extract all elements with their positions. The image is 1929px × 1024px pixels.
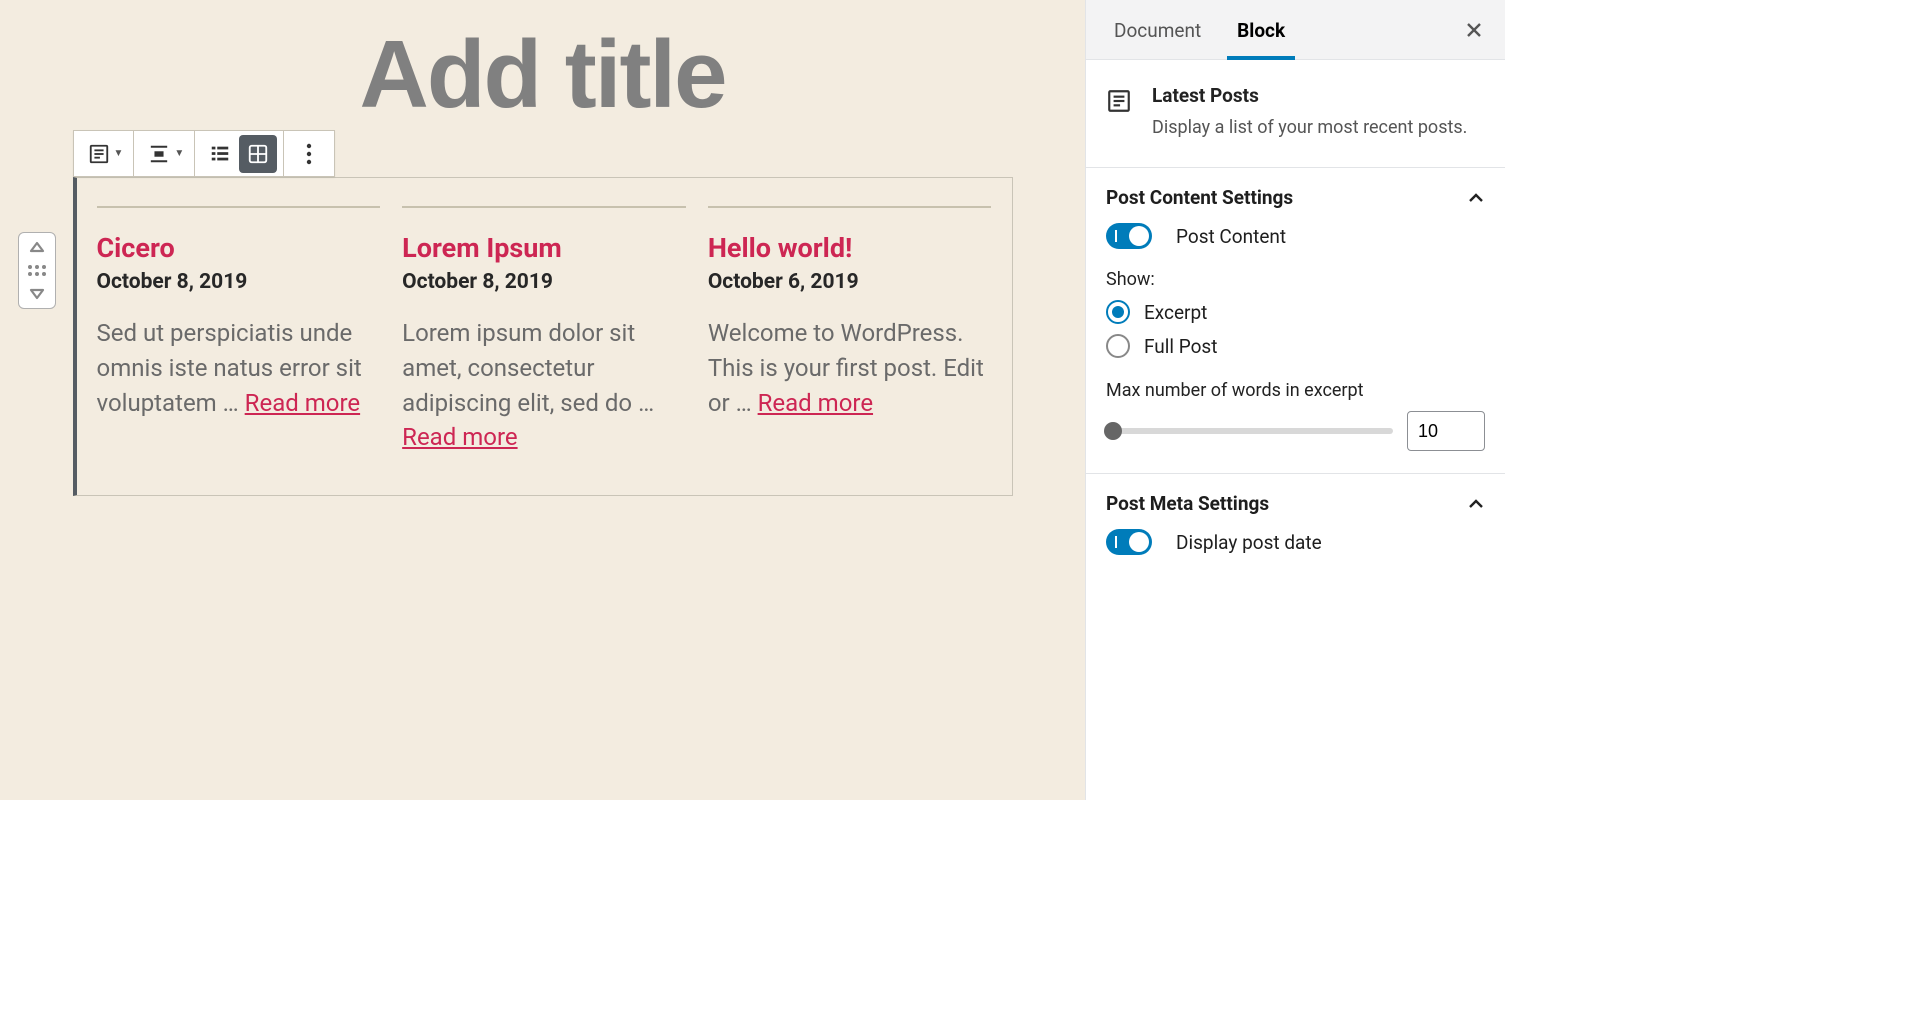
more-options-button[interactable]	[290, 135, 328, 173]
post-item: Lorem Ipsum October 8, 2019 Lorem ipsum …	[402, 206, 686, 455]
radio-icon	[1106, 300, 1130, 324]
latest-posts-block[interactable]: Cicero October 8, 2019 Sed ut perspiciat…	[73, 177, 1013, 496]
post-excerpt: Welcome to WordPress. This is your first…	[708, 316, 992, 420]
post-excerpt: Lorem ipsum dolor sit amet, consectetur …	[402, 316, 686, 455]
sidebar-tabs: Document Block	[1086, 0, 1505, 60]
show-label: Show:	[1106, 269, 1485, 290]
radio-excerpt[interactable]: Excerpt	[1106, 300, 1485, 324]
latest-posts-icon	[1104, 86, 1134, 116]
close-sidebar-button[interactable]	[1457, 13, 1491, 47]
read-more-link[interactable]: Read more	[758, 389, 873, 417]
tab-block[interactable]: Block	[1219, 1, 1303, 59]
list-view-button[interactable]	[201, 135, 239, 173]
tab-document[interactable]: Document	[1096, 1, 1219, 59]
post-date: October 8, 2019	[402, 270, 686, 294]
chevron-up-icon	[1467, 189, 1485, 207]
panel-post-meta-settings: Post Meta Settings Display post date	[1086, 474, 1505, 577]
post-content-toggle[interactable]	[1106, 223, 1152, 249]
post-date: October 6, 2019	[708, 270, 992, 294]
slider-thumb[interactable]	[1104, 422, 1122, 440]
display-post-date-toggle[interactable]	[1106, 529, 1152, 555]
block-type-button[interactable]	[80, 135, 118, 173]
block-toolbar: ▼ ▼	[73, 130, 336, 177]
radio-label: Full Post	[1144, 335, 1217, 358]
editor-canvas: Add title	[0, 0, 1085, 800]
caret-down-icon: ▼	[174, 148, 184, 159]
panel-title: Post Meta Settings	[1106, 492, 1269, 515]
post-title-link[interactable]: Cicero	[97, 232, 381, 264]
block-card-description: Display a list of your most recent posts…	[1152, 115, 1467, 141]
panel-title: Post Content Settings	[1106, 186, 1293, 209]
post-item: Cicero October 8, 2019 Sed ut perspiciat…	[97, 206, 381, 455]
panel-toggle-post-content[interactable]: Post Content Settings	[1106, 186, 1485, 209]
align-button[interactable]	[140, 135, 178, 173]
post-title-link[interactable]: Hello world!	[708, 232, 992, 264]
post-excerpt: Sed ut perspiciatis unde omnis iste natu…	[97, 316, 381, 420]
toggle-label: Display post date	[1176, 531, 1322, 554]
block-mover	[18, 232, 56, 309]
max-words-label: Max number of words in excerpt	[1106, 380, 1485, 401]
post-date: October 8, 2019	[97, 270, 381, 294]
move-down-button[interactable]	[23, 284, 51, 304]
caret-down-icon: ▼	[114, 148, 124, 159]
max-words-slider[interactable]	[1106, 428, 1393, 434]
grid-view-button[interactable]	[239, 135, 277, 173]
radio-icon	[1106, 334, 1130, 358]
block-card: Latest Posts Display a list of your most…	[1086, 60, 1505, 168]
chevron-up-icon	[1467, 495, 1485, 513]
post-item: Hello world! October 6, 2019 Welcome to …	[708, 206, 992, 455]
panel-post-content-settings: Post Content Settings Post Content Show:…	[1086, 168, 1505, 474]
post-title-input[interactable]: Add title	[0, 20, 1085, 130]
toggle-label: Post Content	[1176, 225, 1286, 248]
panel-toggle-post-meta[interactable]: Post Meta Settings	[1106, 492, 1485, 515]
max-words-input[interactable]	[1407, 411, 1485, 451]
read-more-link[interactable]: Read more	[402, 423, 517, 451]
radio-label: Excerpt	[1144, 301, 1207, 324]
block-card-title: Latest Posts	[1152, 84, 1467, 107]
move-up-button[interactable]	[23, 237, 51, 257]
settings-sidebar: Document Block Latest Posts Display a li…	[1085, 0, 1505, 800]
post-title-link[interactable]: Lorem Ipsum	[402, 232, 686, 264]
radio-full-post[interactable]: Full Post	[1106, 334, 1485, 358]
read-more-link[interactable]: Read more	[245, 389, 360, 417]
drag-handle-icon[interactable]	[28, 265, 46, 276]
